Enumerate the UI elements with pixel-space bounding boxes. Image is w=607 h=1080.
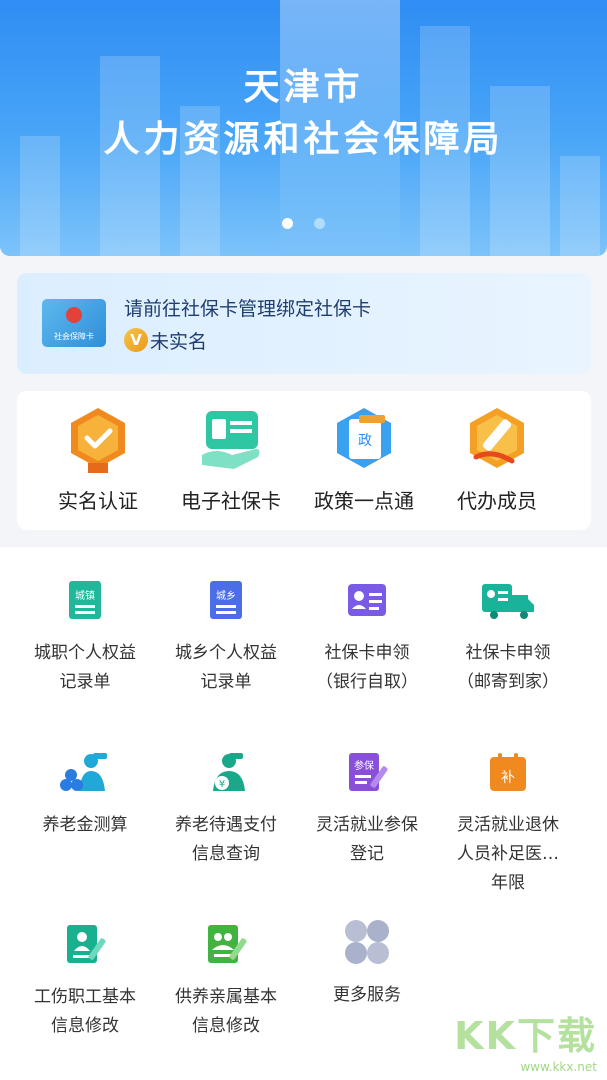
urban-rural-record-icon: 城乡 [205,579,247,621]
service-grid: 城镇 城职个人权益 记录单 城乡 城乡个人权益 记录单 社保卡申领 （银行自取）… [0,547,607,1080]
service-label: 灵活就业退休 人员补足医… 年限 [433,811,583,898]
service-label-line: 供养亲属基本 [175,987,277,1007]
service-urban-rural-record[interactable]: 城乡 城乡个人权益 记录单 [151,579,301,697]
quick-access-panel: 实名认证 电子社保卡 政 政策一点通 代办成员 [17,391,591,530]
service-label-line: 灵活就业参保 [316,815,418,835]
service-urban-worker-record[interactable]: 城镇 城职个人权益 记录单 [10,579,160,697]
social-card-binding-notice[interactable]: 社会保障卡 请前往社保卡管理绑定社保卡 V 未实名 [17,273,591,374]
svg-text:¥: ¥ [219,779,225,790]
flexible-retiree-icon: 补 [487,751,529,793]
service-label: 供养亲属基本 信息修改 [151,983,301,1041]
quick-item-label: 实名认证 [58,489,138,513]
verify-v-icon: V [124,328,148,352]
service-label-line: 养老金测算 [42,815,128,835]
service-label: 灵活就业参保 登记 [292,811,442,869]
service-label-line: 养老待遇支付 [175,815,277,835]
service-label-line: 年限 [491,873,525,893]
banner-carousel[interactable]: 天津市 人力资源和社会保障局 [0,0,607,256]
policy-document-icon: 政 [329,405,399,475]
service-label: 更多服务 [292,981,442,1010]
agent-member-icon [462,405,532,475]
service-label-line: 更多服务 [333,985,401,1005]
watermark: KK下载 www.kkx.net [454,1005,597,1074]
service-label-line: 社保卡申领 [465,643,551,663]
service-label: 城乡个人权益 记录单 [151,639,301,697]
injury-worker-edit-icon [64,923,106,965]
verify-badge-icon [63,405,133,475]
more-services-icon [342,917,392,967]
card-bank-pickup-icon [346,579,388,621]
service-card-bank-pickup[interactable]: 社保卡申领 （银行自取） [292,579,442,697]
dependent-edit-icon [205,923,247,965]
carousel-dot[interactable] [314,218,326,229]
service-label: 养老待遇支付 信息查询 [151,811,301,869]
service-flexible-insurance[interactable]: 参保 灵活就业参保 登记 [292,751,442,869]
social-security-card-icon: 社会保障卡 [42,299,106,347]
pension-calculator-icon [57,751,113,793]
quick-item-real-name-auth[interactable]: 实名认证 [28,405,168,514]
quick-item-agent-member[interactable]: 代办成员 [427,405,567,514]
quick-item-label: 电子社保卡 [181,489,281,513]
carousel-indicator [0,214,607,233]
service-label: 城职个人权益 记录单 [10,639,160,697]
service-dependent-edit[interactable]: 供养亲属基本 信息修改 [151,923,301,1041]
e-social-card-icon [196,405,266,475]
service-more[interactable]: 更多服务 [292,917,442,1010]
service-pension-payment[interactable]: ¥ 养老待遇支付 信息查询 [151,751,301,869]
service-label-line: 社保卡申领 [324,643,410,663]
service-card-mail-delivery[interactable]: 社保卡申领 （邮寄到家） [433,579,583,697]
service-label: 社保卡申领 （邮寄到家） [433,639,583,697]
carousel-dot-active[interactable] [281,218,293,229]
banner-title-bureau: 人力资源和社会保障局 [103,119,504,160]
urban-worker-record-icon: 城镇 [64,579,106,621]
flexible-insurance-icon: 参保 [346,751,388,793]
service-label-line: 登记 [350,844,384,864]
icon-text: 城镇 [75,589,95,602]
quick-item-label: 代办成员 [457,489,537,513]
watermark-url: www.kkx.net [520,1060,597,1074]
service-label-line: （邮寄到家） [457,672,559,692]
quick-item-policy[interactable]: 政 政策一点通 [294,405,434,514]
service-label: 社保卡申领 （银行自取） [292,639,442,697]
banner-title-city: 天津市 [243,67,364,108]
icon-text: 补 [501,770,515,786]
quick-item-label: 政策一点通 [314,489,414,513]
service-pension-calculator[interactable]: 养老金测算 [10,751,160,840]
pension-payment-icon: ¥ [205,751,247,793]
service-label-line: 人员补足医… [457,844,559,864]
service-label-line: 信息查询 [192,844,260,864]
icon-text: 城乡 [216,590,236,602]
service-label-line: 记录单 [59,672,111,692]
binding-notice-text: 请前往社保卡管理绑定社保卡 [124,298,372,320]
service-injury-worker-edit[interactable]: 工伤职工基本 信息修改 [10,923,160,1041]
quick-item-e-social-card[interactable]: 电子社保卡 [161,405,301,514]
real-name-status: 未实名 [150,331,208,353]
service-label-line: 记录单 [200,672,252,692]
service-label-line: （银行自取） [316,672,418,692]
service-label: 养老金测算 [10,811,160,840]
icon-text: 参保 [354,759,374,772]
service-flexible-retiree[interactable]: 补 灵活就业退休 人员补足医… 年限 [433,751,583,898]
watermark-logo: KK下载 [454,1014,597,1058]
skyline-decoration [560,156,600,256]
service-label: 工伤职工基本 信息修改 [10,983,160,1041]
national-emblem-icon [66,307,82,323]
card-mail-delivery-icon [480,579,536,621]
service-label-line: 灵活就业退休 [457,815,559,835]
card-label: 社会保障卡 [54,332,94,341]
service-label-line: 城乡个人权益 [175,643,277,663]
svg-text:政: 政 [358,433,372,449]
service-label-line: 信息修改 [192,1016,260,1036]
service-label-line: 城职个人权益 [34,643,136,663]
service-label-line: 工伤职工基本 [34,987,136,1007]
service-label-line: 信息修改 [51,1016,119,1036]
